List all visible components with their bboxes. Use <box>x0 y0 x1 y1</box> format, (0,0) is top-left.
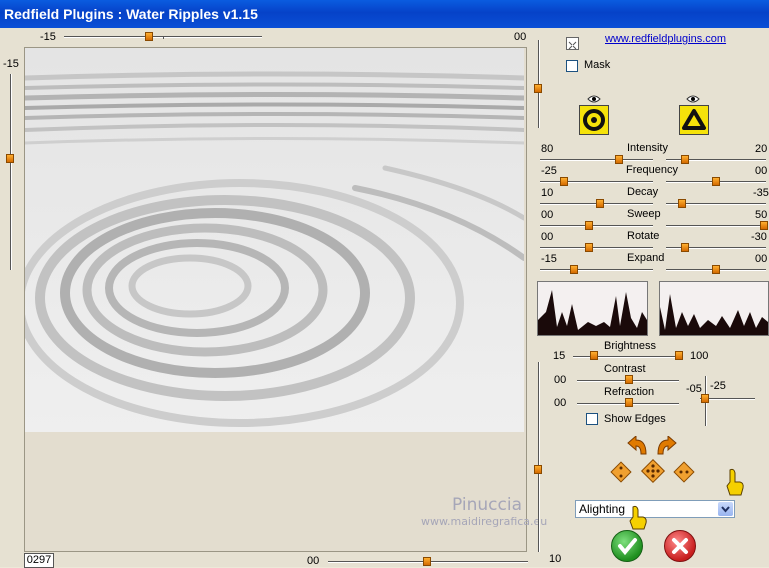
decay-left-value: 10 <box>541 187 554 199</box>
contrast-label: Contrast <box>604 363 646 375</box>
rotate-right-thumb[interactable] <box>681 243 689 252</box>
sweep-label: Sweep <box>627 208 661 220</box>
brightness-label: Brightness <box>604 340 656 352</box>
sweep-right-track[interactable] <box>666 225 766 227</box>
close-icon <box>672 538 688 554</box>
rotate-left-thumb[interactable] <box>585 243 593 252</box>
triangle-shape-button[interactable] <box>679 105 709 135</box>
frequency-left-value: -25 <box>541 165 557 177</box>
ok-button[interactable] <box>611 530 643 562</box>
intensity-left-thumb[interactable] <box>615 155 623 164</box>
random-dice-icon[interactable] <box>673 461 695 488</box>
left-slider-track[interactable] <box>10 74 12 270</box>
sweep-left-thumb[interactable] <box>585 221 593 230</box>
lower-v-slider-label: 10 <box>549 553 562 565</box>
expand-right-thumb[interactable] <box>712 265 720 274</box>
chevron-down-icon[interactable] <box>718 502 733 516</box>
light-angle-thumb[interactable] <box>701 394 709 403</box>
expand-right-value: 00 <box>755 253 768 265</box>
sweep-right-thumb[interactable] <box>760 221 768 230</box>
frequency-right-value: 00 <box>755 165 768 177</box>
top-slider-min-label: -15 <box>40 31 56 43</box>
top-slider-thumb[interactable] <box>145 32 153 41</box>
title-bar: Redfield Plugins : Water Ripples v1.15 <box>0 0 769 28</box>
decay-right-value: -35 <box>753 187 769 199</box>
mask-checkbox[interactable] <box>566 60 578 72</box>
top-slider-tick <box>163 36 164 39</box>
frequency-right-thumb[interactable] <box>712 177 720 186</box>
website-link[interactable]: www.redfieldplugins.com <box>605 33 726 45</box>
contrast-value: 00 <box>554 374 567 386</box>
rotate-left-track[interactable] <box>540 247 653 249</box>
intensity-left-track[interactable] <box>540 159 653 161</box>
sweep-left-value: 00 <box>541 209 554 221</box>
reset-icon[interactable] <box>566 37 579 50</box>
hand-pointer-icon <box>722 468 746 503</box>
show-edges-label: Show Edges <box>604 413 666 425</box>
water-ripple-preview[interactable] <box>25 48 524 432</box>
expand-left-value: -15 <box>541 253 557 265</box>
expand-left-thumb[interactable] <box>570 265 578 274</box>
ripple-image <box>25 48 524 432</box>
mask-label: Mask <box>584 59 611 71</box>
top-slider-max-label: 00 <box>514 31 527 43</box>
show-edges-checkbox[interactable] <box>586 413 598 425</box>
refraction-label: Refraction <box>604 386 655 398</box>
random-dice-icon[interactable] <box>610 461 632 488</box>
refraction-thumb[interactable] <box>625 398 633 407</box>
left-slider-thumb[interactable] <box>6 154 14 163</box>
bottom-slider-label: 00 <box>307 555 320 567</box>
frequency-left-track[interactable] <box>540 181 653 183</box>
lower-v-slider-track[interactable] <box>538 362 540 552</box>
sweep-right-value: 50 <box>755 209 768 221</box>
intensity-right-value: 20 <box>755 143 768 155</box>
circle-shape-button[interactable] <box>579 105 609 135</box>
watermark-site: www.maidiregrafica.eu <box>421 515 548 528</box>
decay-right-thumb[interactable] <box>678 199 686 208</box>
profile-waveform-left[interactable] <box>537 281 648 336</box>
frequency-label: Frequency <box>626 164 678 176</box>
sweep-left-track[interactable] <box>540 225 653 227</box>
watermark-name: Pinuccia <box>452 495 522 515</box>
lighting-select[interactable]: Alighting <box>575 500 735 518</box>
intensity-label: Intensity <box>627 142 668 154</box>
brightness-thumb-high[interactable] <box>675 351 683 360</box>
lighting-select-value: Alighting <box>579 502 626 516</box>
expand-left-track[interactable] <box>540 269 653 271</box>
cancel-button[interactable] <box>664 530 696 562</box>
decay-label: Decay <box>627 186 659 198</box>
random-dice-icon[interactable] <box>640 458 666 489</box>
bottom-slider-thumb[interactable] <box>423 557 431 566</box>
lower-v-slider-thumb[interactable] <box>534 465 542 474</box>
refraction-value: 00 <box>554 397 567 409</box>
brightness-max-value: 100 <box>690 350 709 362</box>
frame-counter: 0297 <box>24 553 54 568</box>
rotate-label: Rotate <box>627 230 660 242</box>
left-slider-label: -15 <box>3 58 19 70</box>
intensity-left-value: 80 <box>541 143 554 155</box>
light-angle-right-value: -25 <box>710 380 726 392</box>
rotate-left-value: 00 <box>541 231 554 243</box>
checkmark-icon <box>618 538 637 556</box>
window-title: Redfield Plugins : Water Ripples v1.15 <box>4 6 258 22</box>
expand-label: Expand <box>627 252 665 264</box>
frequency-left-thumb[interactable] <box>560 177 568 186</box>
light-angle-left-value: -05 <box>686 383 702 395</box>
upper-v-slider-thumb[interactable] <box>534 84 542 93</box>
brightness-thumb-low[interactable] <box>590 351 598 360</box>
profile-waveform-right[interactable] <box>659 281 769 336</box>
rotate-right-value: -30 <box>751 231 767 243</box>
contrast-thumb[interactable] <box>625 375 633 384</box>
decay-left-thumb[interactable] <box>596 199 604 208</box>
intensity-right-thumb[interactable] <box>681 155 689 164</box>
brightness-min-value: 15 <box>553 350 566 362</box>
